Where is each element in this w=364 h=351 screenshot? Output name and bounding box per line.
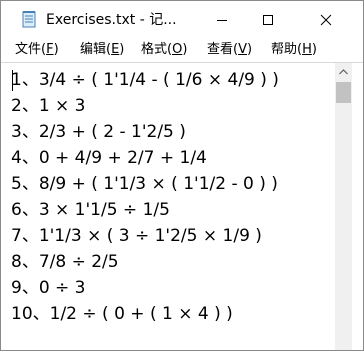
minimize-button[interactable]	[199, 1, 245, 38]
window-title: Exercises.txt - 记...	[46, 12, 177, 28]
vertical-scrollbar[interactable]	[335, 63, 352, 350]
scroll-thumb[interactable]	[336, 82, 351, 103]
text-line: 2、1 × 3	[11, 96, 86, 116]
text-line: 8、7/8 ÷ 2/5	[11, 252, 119, 272]
menu-bar: 文件(F) 编辑(E) 格式(O) 查看(V) 帮助(H)	[1, 38, 363, 62]
maximize-button[interactable]	[245, 1, 291, 38]
text-line: 5、8/9 + ( 1'1/3 × ( 1'1/2 - 0 ) )	[11, 174, 278, 194]
text-content[interactable]: 1、3/4 ÷ ( 1'1/4 - ( 1/6 × 4/9 ) ) 2、1 × …	[11, 67, 279, 327]
menu-view[interactable]: 查看(V)	[207, 40, 252, 60]
text-line: 7、1'1/3 × ( 3 ÷ 1'2/5 × 1/9 )	[11, 226, 262, 246]
text-line: 1、3/4 ÷ ( 1'1/4 - ( 1/6 × 4/9 ) )	[11, 70, 279, 90]
notepad-window: Exercises.txt - 记... 文件(F) 编辑(E) 格式(O) 查…	[0, 0, 364, 351]
text-line: 9、0 ÷ 3	[11, 278, 86, 298]
title-bar[interactable]: Exercises.txt - 记...	[1, 1, 363, 38]
text-line: 3、2/3 + ( 2 - 1'2/5 )	[11, 122, 186, 142]
text-line: 10、1/2 ÷ ( 0 + ( 1 × 4 ) )	[11, 304, 233, 324]
text-editor[interactable]: 1、3/4 ÷ ( 1'1/4 - ( 1/6 × 4/9 ) ) 2、1 × …	[1, 62, 363, 350]
maximize-icon	[263, 14, 273, 25]
close-icon	[320, 14, 332, 25]
minimize-icon	[217, 19, 227, 21]
menu-format[interactable]: 格式(O)	[141, 40, 187, 60]
menu-edit[interactable]: 编辑(E)	[80, 40, 124, 60]
notepad-icon	[22, 11, 36, 28]
text-caret	[12, 70, 13, 91]
text-line: 4、0 + 4/9 + 2/7 + 1/4	[11, 148, 207, 168]
scroll-up-button[interactable]	[335, 63, 352, 80]
text-line: 6、3 × 1'1/5 ÷ 1/5	[11, 200, 170, 220]
close-button[interactable]	[303, 1, 349, 38]
chevron-up-icon	[339, 68, 348, 74]
menu-file[interactable]: 文件(F)	[15, 40, 59, 60]
menu-help[interactable]: 帮助(H)	[271, 40, 317, 60]
